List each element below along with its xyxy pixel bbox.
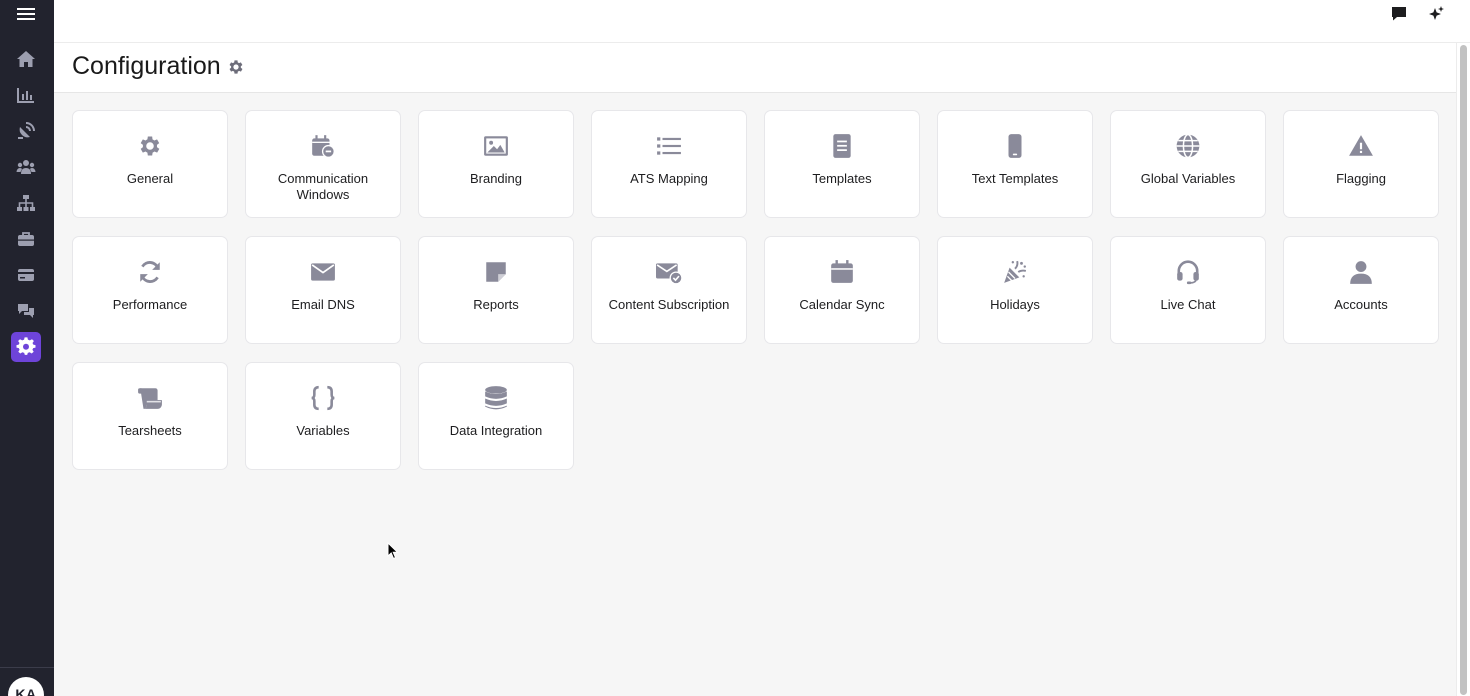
card-label: Branding xyxy=(469,171,523,186)
sidebar-item-configuration[interactable] xyxy=(11,332,41,362)
warning-triangle-icon xyxy=(1346,131,1376,161)
list-icon xyxy=(654,131,684,161)
card-label: Communication Windows xyxy=(277,171,369,202)
scroll-icon xyxy=(135,383,165,413)
configuration-grid: General Communication Windows Branding A… xyxy=(72,110,1439,470)
page-header: Configuration xyxy=(54,43,1456,93)
card-templates[interactable]: Templates xyxy=(764,110,920,218)
card-communication-windows[interactable]: Communication Windows xyxy=(245,110,401,218)
card-label: Content Subscription xyxy=(608,297,730,312)
card-reports[interactable]: Reports xyxy=(418,236,574,344)
sidebar: KA xyxy=(0,0,54,696)
chat-icon[interactable] xyxy=(1390,5,1408,23)
card-label: Holidays xyxy=(990,297,1040,312)
card-branding[interactable]: Branding xyxy=(418,110,574,218)
card-label: Global Variables xyxy=(1140,171,1236,186)
card-performance[interactable]: Performance xyxy=(72,236,228,344)
sticky-note-icon xyxy=(481,257,511,287)
gear-icon xyxy=(135,131,165,161)
people-group-icon xyxy=(16,160,36,174)
card-label: Accounts xyxy=(1334,297,1388,312)
sitemap-icon xyxy=(17,195,35,211)
card-label: ATS Mapping xyxy=(630,171,708,186)
card-label: Tearsheets xyxy=(118,423,182,438)
card-label: Variables xyxy=(296,423,350,438)
page-title: Configuration xyxy=(72,52,221,80)
party-popper-icon xyxy=(1000,257,1030,287)
card-tearsheets[interactable]: Tearsheets xyxy=(72,362,228,470)
globe-icon xyxy=(1173,131,1203,161)
mouse-cursor-icon xyxy=(387,541,399,560)
sidebar-item-candidates[interactable] xyxy=(11,152,41,182)
card-variables[interactable]: Variables xyxy=(245,362,401,470)
card-email-dns[interactable]: Email DNS xyxy=(245,236,401,344)
document-icon xyxy=(827,131,857,161)
card-calendar-sync[interactable]: Calendar Sync xyxy=(764,236,920,344)
hamburger-menu-icon[interactable] xyxy=(15,4,37,24)
home-icon xyxy=(17,51,35,67)
card-label: Performance xyxy=(112,297,188,312)
card-text-templates[interactable]: Text Templates xyxy=(937,110,1093,218)
card-live-chat[interactable]: Live Chat xyxy=(1110,236,1266,344)
user-icon xyxy=(1346,257,1376,287)
gear-icon xyxy=(16,337,36,355)
sidebar-item-messages[interactable] xyxy=(11,296,41,326)
card-flagging[interactable]: Flagging xyxy=(1283,110,1439,218)
card-label: Reports xyxy=(473,297,519,312)
chat-bubbles-icon xyxy=(18,304,34,318)
card-label: Flagging xyxy=(1336,171,1386,186)
ai-sparkle-icon[interactable] xyxy=(1427,5,1445,23)
image-icon xyxy=(481,131,511,161)
card-label: Text Templates xyxy=(971,171,1059,186)
curly-braces-icon xyxy=(308,383,338,413)
envelope-icon xyxy=(308,257,338,287)
sidebar-item-home[interactable] xyxy=(11,44,41,74)
sidebar-item-org[interactable] xyxy=(11,188,41,218)
card-data-integration[interactable]: Data Integration xyxy=(418,362,574,470)
bar-chart-icon xyxy=(17,88,34,103)
sidebar-item-jobs[interactable] xyxy=(11,224,41,254)
envelope-check-icon xyxy=(654,257,684,287)
card-content-subscription[interactable]: Content Subscription xyxy=(591,236,747,344)
card-global-variables[interactable]: Global Variables xyxy=(1110,110,1266,218)
card-label: Calendar Sync xyxy=(799,297,885,312)
card-label: Live Chat xyxy=(1160,297,1216,312)
card-holidays[interactable]: Holidays xyxy=(937,236,1093,344)
calendar-clock-icon xyxy=(308,131,338,161)
credit-card-icon xyxy=(18,269,34,281)
refresh-icon xyxy=(135,257,165,287)
vertical-scrollbar[interactable] xyxy=(1456,43,1470,696)
satellite-dish-icon xyxy=(18,122,35,139)
briefcase-icon xyxy=(18,232,34,246)
calendar-icon xyxy=(827,257,857,287)
card-general[interactable]: General xyxy=(72,110,228,218)
avatar[interactable]: KA xyxy=(8,677,44,696)
sidebar-item-analytics[interactable] xyxy=(11,80,41,110)
card-accounts[interactable]: Accounts xyxy=(1283,236,1439,344)
card-label: Data Integration xyxy=(449,423,543,438)
sidebar-divider xyxy=(0,667,54,668)
card-label: General xyxy=(126,171,174,186)
database-icon xyxy=(481,383,511,413)
sidebar-item-sourcing[interactable] xyxy=(11,116,41,146)
card-ats-mapping[interactable]: ATS Mapping xyxy=(591,110,747,218)
scrollbar-thumb[interactable] xyxy=(1460,45,1467,695)
sidebar-item-billing[interactable] xyxy=(11,260,41,290)
headset-icon xyxy=(1173,257,1203,287)
card-label: Templates xyxy=(812,171,872,186)
mobile-phone-icon xyxy=(1000,131,1030,161)
settings-gear-icon[interactable] xyxy=(227,58,245,76)
top-bar xyxy=(54,0,1470,43)
card-label: Email DNS xyxy=(291,297,355,312)
